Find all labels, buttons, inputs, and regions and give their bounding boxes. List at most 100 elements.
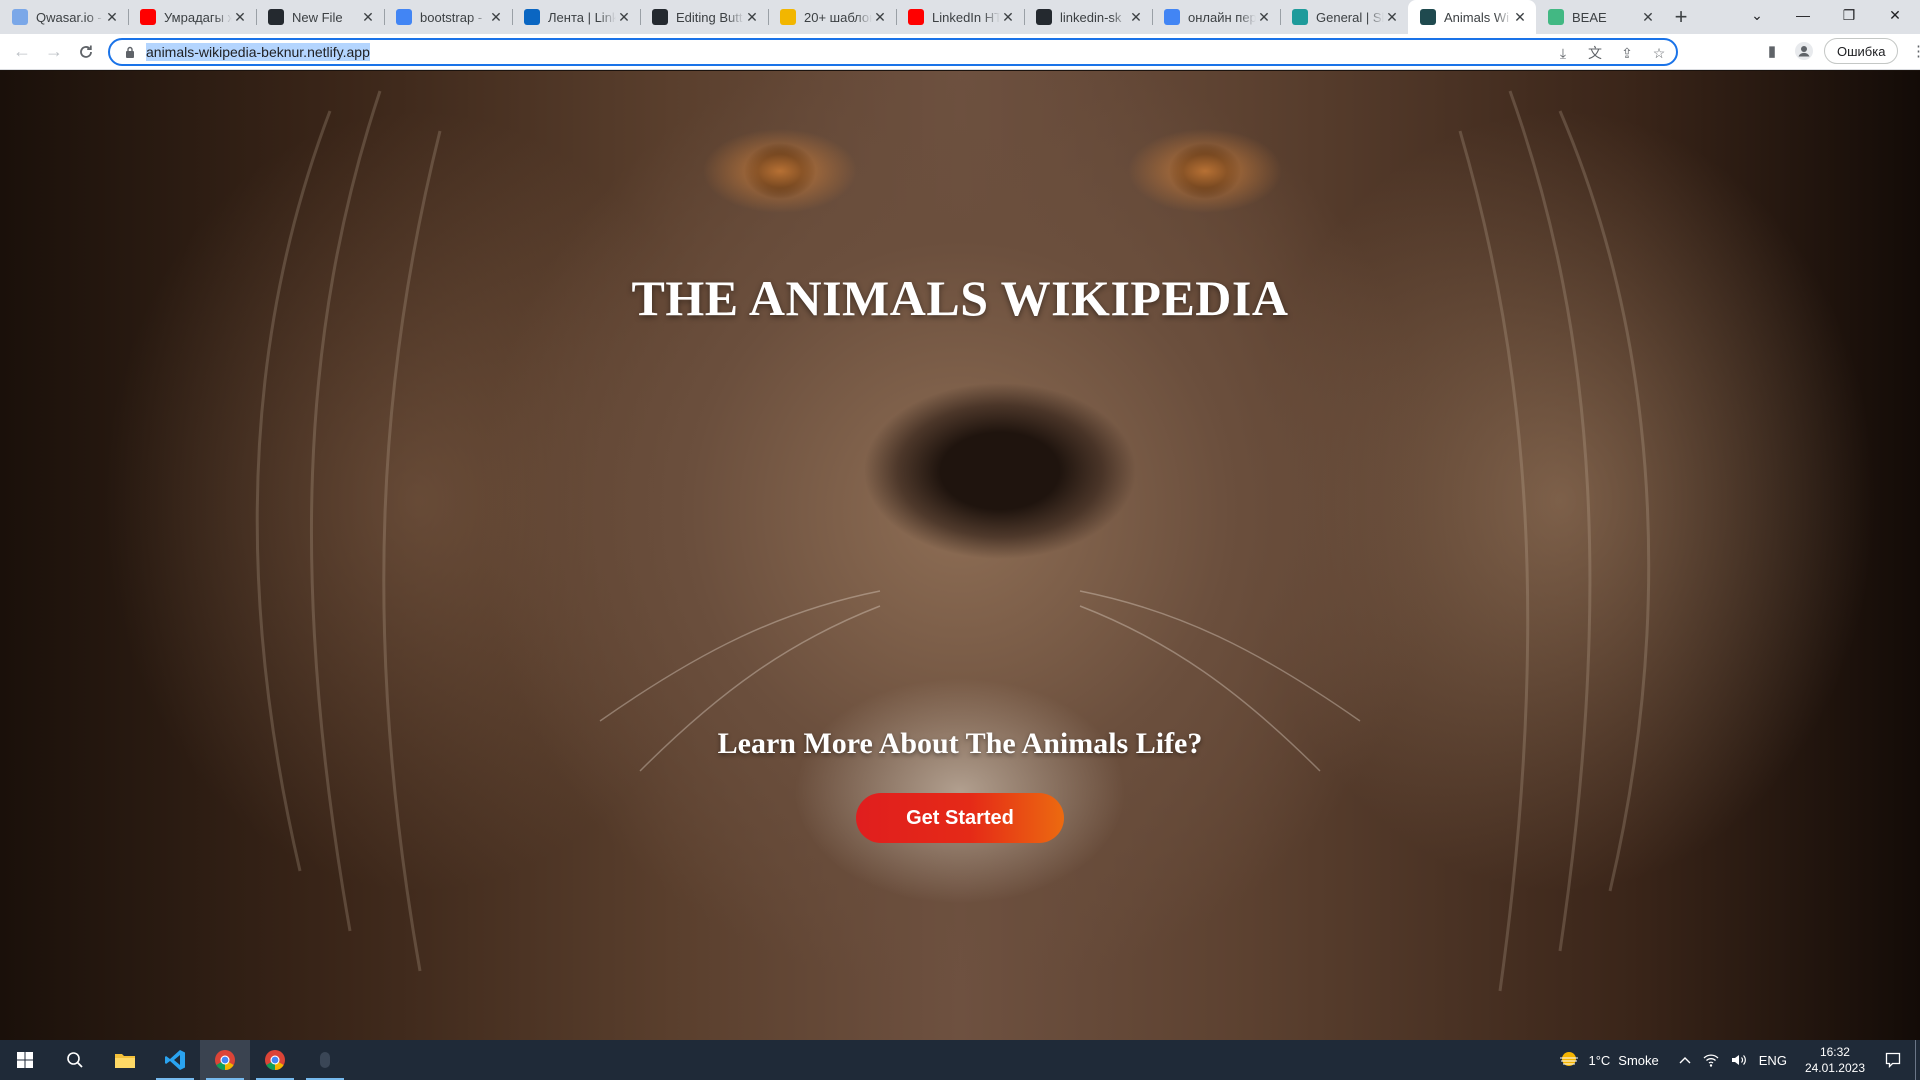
browser-tab[interactable]: Animals Wi ✕ [1408, 0, 1536, 34]
volume-icon[interactable] [1725, 1053, 1753, 1067]
system-tray: 1°C Smoke ENG 16:32 24.01.2023 [1552, 1040, 1920, 1080]
chrome-icon-second-window[interactable] [250, 1040, 300, 1080]
close-tab-icon[interactable]: ✕ [232, 9, 248, 26]
back-icon[interactable]: ← [6, 38, 38, 66]
profile-avatar-icon[interactable] [1792, 39, 1816, 63]
new-tab-button[interactable]: + [1664, 0, 1698, 34]
restore-button[interactable]: ❐ [1826, 0, 1872, 30]
close-tab-icon[interactable]: ✕ [488, 9, 504, 26]
windows-taskbar: 1°C Smoke ENG 16:32 24.01.2023 [0, 1040, 1920, 1080]
close-tab-icon[interactable]: ✕ [616, 9, 632, 26]
google-icon [1164, 9, 1180, 25]
close-tab-icon[interactable]: ✕ [1512, 9, 1528, 26]
browser-tab[interactable]: Qwasar.io - ✕ [0, 0, 128, 34]
weather-temperature: 1°C [1588, 1052, 1611, 1068]
tab-title: Умрадагы ж [164, 9, 232, 25]
notifications-icon[interactable] [1877, 1052, 1915, 1068]
tab-title: онлайн пер [1188, 9, 1256, 25]
github-icon [268, 9, 284, 25]
tab-title: New File [292, 9, 343, 25]
tab-title: Animals Wi [1444, 9, 1510, 25]
browser-tab[interactable]: BEAE ✕ [1536, 0, 1664, 34]
wifi-icon[interactable] [1697, 1053, 1725, 1067]
forward-icon[interactable]: → [38, 38, 70, 66]
close-tab-icon[interactable]: ✕ [744, 9, 760, 26]
tab-list: Qwasar.io - ✕ Умрадагы ж ✕ New File ✕ bootstra… [0, 0, 1664, 34]
minimize-button[interactable]: — [1780, 0, 1826, 30]
clock-time: 16:32 [1819, 1045, 1850, 1059]
browser-tab[interactable]: bootstrap - ✕ [384, 0, 512, 34]
tab-title: LinkedIn HT [932, 9, 1000, 25]
chevron-up-icon[interactable] [1665, 1056, 1697, 1064]
browser-toolbar: ← → animals-wikipedia-beknur.netlify.app… [0, 34, 1920, 70]
netlify-icon [1420, 9, 1436, 25]
tab-title: Editing Butt [676, 9, 743, 25]
tab-search-icon[interactable]: ⌄ [1734, 0, 1780, 30]
file-explorer-icon[interactable] [100, 1040, 150, 1080]
close-tab-icon[interactable]: ✕ [1384, 9, 1400, 26]
close-tab-icon[interactable]: ✕ [1128, 9, 1144, 26]
tab-title: linkedin-sk [1060, 9, 1122, 25]
slack-icon [1292, 9, 1308, 25]
youtube-icon [908, 9, 924, 25]
chrome-icon[interactable] [200, 1040, 250, 1080]
hero-subtitle: Learn More About The Animals Life? [717, 727, 1203, 760]
browser-tab[interactable]: онлайн пер ✕ [1152, 0, 1280, 34]
close-tab-icon[interactable]: ✕ [1256, 9, 1272, 26]
tab-title: BEAE [1572, 9, 1607, 25]
browser-tab[interactable]: linkedin-sk ✕ [1024, 0, 1152, 34]
install-app-icon[interactable]: ⤓ [1552, 43, 1574, 63]
vue-icon [1548, 9, 1564, 25]
tab-title: 20+ шаблон [804, 9, 872, 25]
lock-icon[interactable] [122, 44, 138, 60]
app-icon[interactable] [300, 1040, 350, 1080]
language-indicator[interactable]: ENG [1753, 1053, 1793, 1068]
weather-widget[interactable]: 1°C Smoke [1552, 1050, 1664, 1071]
browser-tab[interactable]: Умрадагы ж ✕ [128, 0, 256, 34]
close-tab-icon[interactable]: ✕ [872, 9, 888, 26]
close-tab-icon[interactable]: ✕ [1000, 9, 1016, 26]
browser-tab[interactable]: Лента | Link ✕ [512, 0, 640, 34]
search-icon[interactable] [50, 1040, 100, 1080]
vscode-icon[interactable] [150, 1040, 200, 1080]
share-icon[interactable]: ⇪ [1616, 43, 1638, 63]
qwasar-icon [12, 9, 28, 25]
weather-description: Smoke [1618, 1052, 1659, 1068]
url-text[interactable]: animals-wikipedia-beknur.netlify.app [146, 43, 370, 61]
bookmark-star-icon[interactable]: ☆ [1648, 43, 1670, 63]
profile-error-button[interactable]: Ошибка [1824, 38, 1899, 64]
close-tab-icon[interactable]: ✕ [1640, 9, 1656, 26]
tab-title: bootstrap - [420, 9, 483, 25]
hero-section: THE ANIMALS WIKIPEDIA Learn More About T… [0, 71, 1920, 1040]
youtube-icon [140, 9, 156, 25]
browser-tab[interactable]: LinkedIn HT ✕ [896, 0, 1024, 34]
address-bar[interactable]: animals-wikipedia-beknur.netlify.app ⤓ 文… [108, 38, 1678, 66]
menu-kebab-icon[interactable]: ⋮ [1906, 39, 1920, 63]
windows-start-icon[interactable] [0, 1040, 50, 1080]
google-icon [396, 9, 412, 25]
get-started-button[interactable]: Get Started [856, 793, 1064, 843]
show-desktop-button[interactable] [1915, 1040, 1920, 1080]
weather-sun-icon [1558, 1050, 1580, 1071]
close-tab-icon[interactable]: ✕ [104, 9, 120, 26]
tab-strip: Qwasar.io - ✕ Умрадагы ж ✕ New File ✕ bootstra… [0, 0, 1920, 34]
clock-date: 24.01.2023 [1804, 1061, 1865, 1075]
browser-tab[interactable]: Editing Butt ✕ [640, 0, 768, 34]
browser-tab[interactable]: New File ✕ [256, 0, 384, 34]
clock[interactable]: 16:32 24.01.2023 [1793, 1044, 1877, 1076]
github-icon [652, 9, 668, 25]
tab-title: Лента | Link [548, 9, 616, 25]
page-title: THE ANIMALS WIKIPEDIA [631, 270, 1289, 326]
translate-icon[interactable]: 文 [1584, 43, 1606, 63]
tab-title: Qwasar.io - [36, 9, 102, 25]
close-window-button[interactable]: ✕ [1872, 0, 1918, 30]
lion-background-image [255, 90, 1651, 992]
reload-icon[interactable] [70, 38, 102, 66]
close-tab-icon[interactable]: ✕ [360, 9, 376, 26]
browser-tab[interactable]: General | Sl ✕ [1280, 0, 1408, 34]
github-icon [1036, 9, 1052, 25]
side-panel-icon[interactable]: ▮ [1760, 39, 1784, 63]
tab-title: General | Sl [1316, 9, 1384, 25]
page-icon [780, 9, 796, 25]
browser-tab[interactable]: 20+ шаблон ✕ [768, 0, 896, 34]
